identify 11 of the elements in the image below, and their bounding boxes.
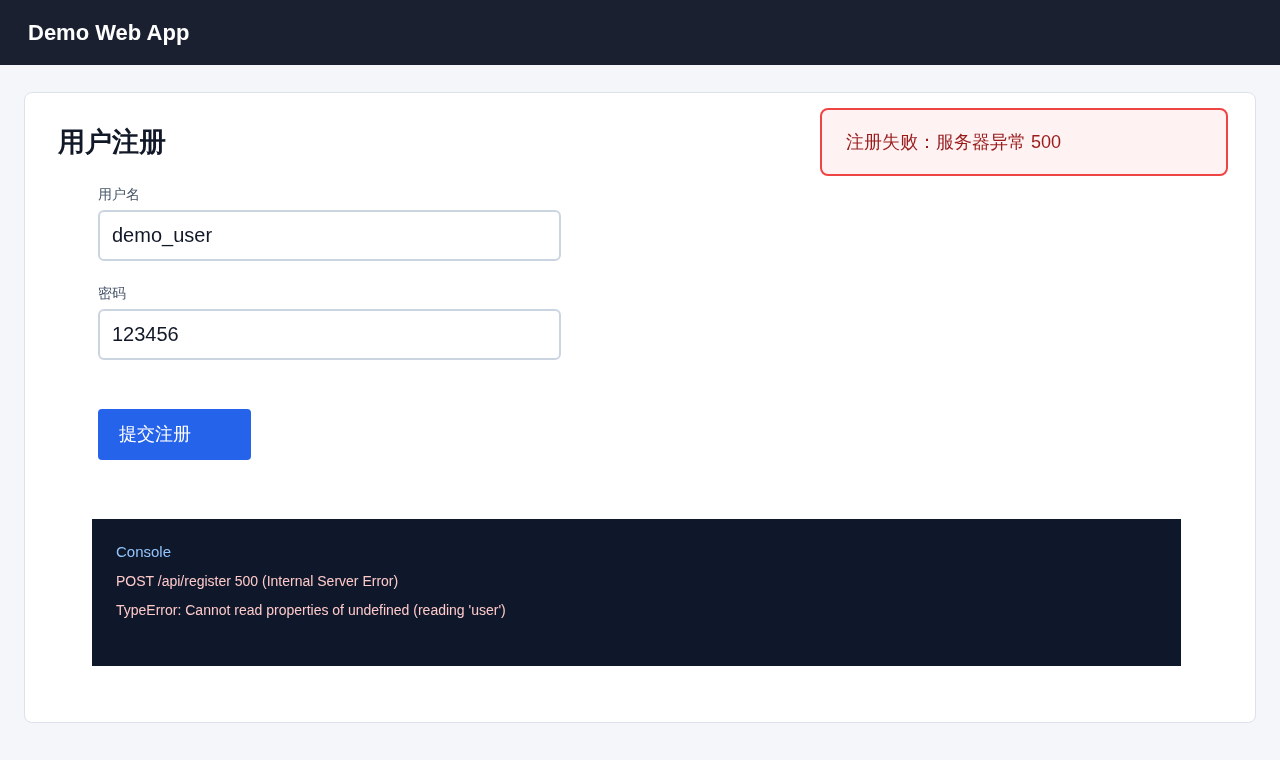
field-label: 密码 — [98, 284, 126, 303]
page-heading: 用户注册 — [58, 125, 166, 159]
text-field[interactable]: 123456 — [98, 309, 561, 360]
error-alert: 注册失败：服务器异常 500 — [820, 108, 1228, 176]
text-field[interactable]: demo_user — [98, 210, 561, 261]
submit-button[interactable]: 提交注册 — [98, 409, 251, 460]
console-line: TypeError: Cannot read properties of undefined (reading 'user') — [116, 601, 506, 620]
app-title: Demo Web App — [28, 19, 190, 47]
console-title: Console — [116, 542, 172, 562]
console-line: POST /api/register 500 (Internal Server Error) — [116, 572, 399, 591]
field-label: 用户名 — [98, 185, 140, 204]
